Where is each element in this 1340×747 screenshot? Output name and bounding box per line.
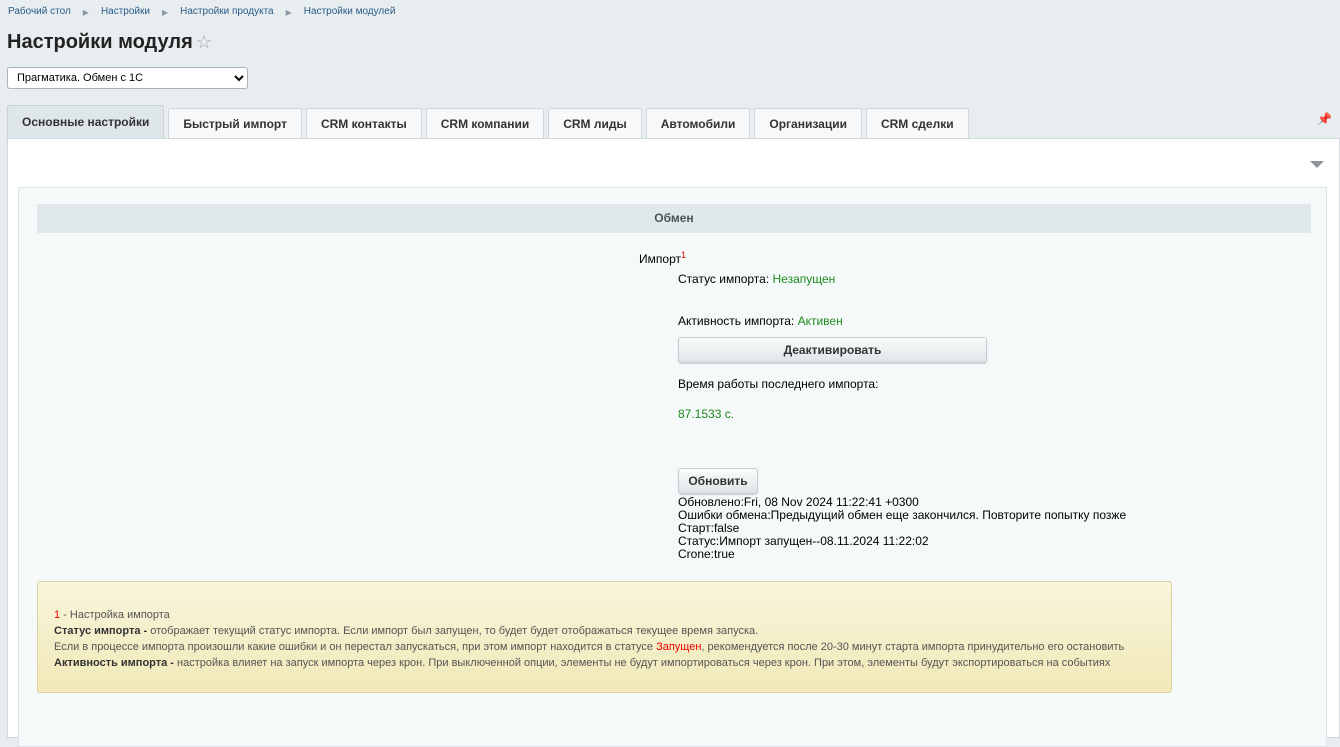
section-header: Обмен: [37, 204, 1311, 233]
note-highlight: Запущен: [656, 641, 702, 653]
collapse-triangle-icon[interactable]: [1310, 161, 1324, 168]
breadcrumb: Рабочий стол ▶ Настройки ▶ Настройки проду…: [8, 6, 395, 19]
breadcrumb-settings[interactable]: Настройки: [101, 6, 150, 19]
tab-cars[interactable]: Автомобили: [645, 108, 751, 138]
tab-crm-deals[interactable]: CRM сделки: [865, 108, 969, 138]
last-import-time-value: 87.1533 с.: [678, 407, 735, 421]
import-status: Статус импорта: Незапущен: [678, 272, 836, 286]
note-title: - Настройка импорта: [60, 609, 170, 621]
import-label: Импорт1: [639, 250, 686, 266]
last-import-time-label: Время работы последнего импорта:: [678, 377, 879, 391]
breadcrumb-desktop[interactable]: Рабочий стол: [8, 6, 71, 19]
page-title: Настройки модуля: [7, 31, 193, 53]
tab-crm-leads[interactable]: CRM лиды: [548, 108, 642, 138]
chevron-right-icon: ▶: [285, 8, 292, 17]
note-term: Активность импорта -: [54, 657, 178, 669]
tab-crm-companies[interactable]: CRM компании: [425, 108, 545, 138]
log-line: Crone:true: [678, 547, 735, 561]
chevron-right-icon: ▶: [82, 8, 89, 17]
note-text: настройка влияет на запуск импорта через…: [177, 657, 1111, 669]
note-term: Статус импорта -: [54, 625, 151, 637]
note-text: , рекомендуется после 20-30 минут старта…: [701, 641, 1125, 653]
help-note: 1 - Настройка импорта Статус импорта - о…: [37, 581, 1172, 693]
breadcrumb-module-settings[interactable]: Настройки модулей: [304, 6, 396, 19]
note-text: Если в процессе импорта произошли какие …: [54, 641, 657, 653]
log-line: Статус:Импорт запущен--08.11.2024 11:22:…: [678, 534, 929, 548]
tab-organizations[interactable]: Организации: [754, 108, 862, 138]
breadcrumb-product-settings[interactable]: Настройки продукта: [180, 6, 273, 19]
settings-form: Обмен Импорт1 Статус импорта: Незапущен …: [18, 187, 1327, 747]
tab-content: Обмен Импорт1 Статус импорта: Незапущен …: [7, 138, 1340, 747]
tab-bar: Основные настройки Быстрый импорт CRM ко…: [7, 105, 969, 138]
module-select[interactable]: Прагматика. Обмен с 1С: [7, 67, 248, 89]
pin-icon[interactable]: 📌: [1317, 112, 1332, 126]
deactivate-button[interactable]: Деактивировать: [678, 337, 987, 363]
star-icon[interactable]: ☆: [196, 32, 212, 53]
note-text: отображает текущий статус импорта. Если …: [150, 625, 759, 637]
exchange-log: Обновлено:Fri, 08 Nov 2024 11:22:41 +030…: [678, 496, 1126, 561]
refresh-button[interactable]: Обновить: [678, 468, 758, 494]
tab-quick-import[interactable]: Быстрый импорт: [168, 108, 302, 138]
tab-crm-contacts[interactable]: CRM контакты: [305, 108, 422, 138]
tab-main-settings[interactable]: Основные настройки: [7, 105, 165, 138]
import-activity: Активность импорта: Активен: [678, 314, 843, 328]
chevron-right-icon: ▶: [161, 8, 169, 17]
log-line: Ошибки обмена:Предыдущий обмен еще закон…: [678, 508, 1127, 522]
